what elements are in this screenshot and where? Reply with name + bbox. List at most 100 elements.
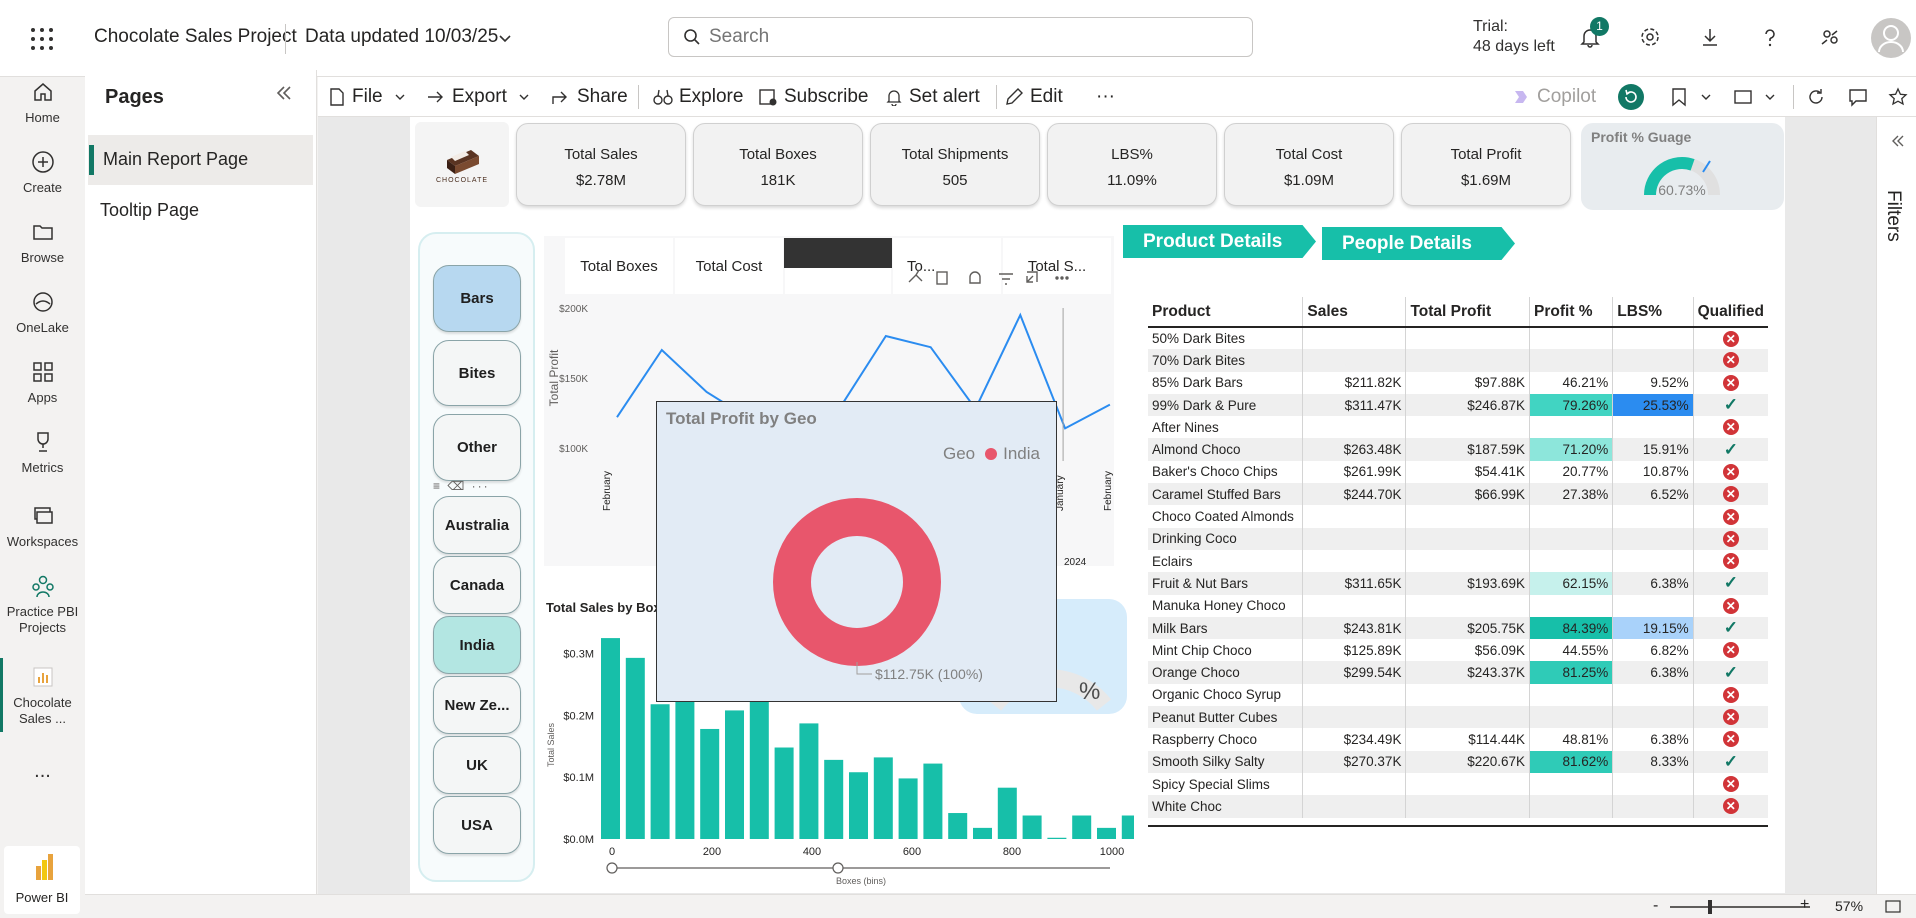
range-slider-handle[interactable] — [832, 862, 844, 874]
histogram-bar[interactable] — [675, 698, 695, 839]
slicer-country-usa[interactable]: USA — [433, 796, 521, 854]
table-row[interactable]: Peanut Butter Cubes ✕ — [1148, 706, 1768, 729]
histogram-bar[interactable] — [1047, 837, 1067, 839]
rail-item-workspaces[interactable]: Workspaces — [0, 501, 85, 550]
slicer-country-australia[interactable]: Australia — [433, 496, 521, 554]
table-row[interactable]: Smooth Silky Salty $270.37K $220.67K 81.62%… — [1148, 750, 1768, 773]
subscribe-button[interactable]: Subscribe — [758, 83, 869, 111]
help-icon[interactable] — [1753, 20, 1787, 54]
histogram-bar[interactable] — [749, 701, 769, 839]
rail-item-browse[interactable]: Browse — [0, 217, 85, 266]
download-icon[interactable] — [1693, 20, 1727, 54]
bookmark-button[interactable] — [1671, 83, 1719, 111]
page-tab-main-report[interactable]: Main Report Page — [88, 135, 313, 185]
histogram-bar[interactable] — [700, 728, 720, 839]
slicer-country-uk[interactable]: UK — [433, 736, 521, 794]
avatar[interactable] — [1871, 18, 1911, 58]
histogram-bar[interactable] — [774, 747, 794, 839]
more-options-button[interactable]: ··· — [1096, 83, 1115, 111]
column-header[interactable]: Qualified — [1692, 297, 1768, 328]
histogram-bar[interactable] — [923, 763, 943, 839]
column-header[interactable]: LBS% — [1612, 297, 1694, 328]
slicer-header-icons[interactable]: ≡ ⌫ ··· — [433, 479, 490, 493]
chevron-down-icon[interactable] — [497, 30, 513, 46]
table-row[interactable]: After Nines ✕ — [1148, 416, 1768, 439]
histogram-bar[interactable] — [601, 638, 620, 839]
histogram-bar[interactable] — [1097, 827, 1116, 839]
table-row[interactable]: Manuka Honey Choco ✕ — [1148, 594, 1768, 617]
table-row[interactable]: Milk Bars $243.81K $205.75K 84.39% 19.15% ✓ — [1148, 616, 1768, 640]
copilot-button[interactable]: Copilot — [1511, 83, 1596, 111]
zoom-slider-thumb[interactable] — [1708, 900, 1712, 914]
histogram-bar[interactable] — [650, 704, 670, 839]
column-header[interactable]: Product — [1148, 297, 1303, 328]
power-bi-logo[interactable]: Power BI — [4, 846, 80, 914]
zoom-in-button[interactable]: + — [1800, 896, 1809, 914]
rail-item-practice-workspace[interactable]: Practice PBI Projects — [0, 571, 85, 636]
histogram-bar[interactable] — [849, 772, 868, 839]
table-row[interactable]: Fruit & Nut Bars $311.65K $193.69K 62.15% 6.… — [1148, 572, 1768, 595]
fit-to-page-icon[interactable] — [1885, 900, 1901, 914]
report-title[interactable]: Chocolate Sales Project — [94, 26, 297, 48]
slicer-category-bites[interactable]: Bites — [433, 340, 521, 406]
more-icon[interactable]: ... — [0, 760, 85, 783]
gear-icon[interactable] — [1633, 20, 1667, 54]
slicer-country-new-zealand[interactable]: New Ze... — [433, 676, 521, 734]
collapse-pages-icon[interactable] — [275, 84, 293, 102]
histogram-bar[interactable] — [898, 778, 918, 839]
rail-item-home[interactable]: Home — [0, 77, 85, 126]
table-row[interactable]: Spicy Special Slims ✕ — [1148, 772, 1768, 796]
data-updated-dropdown[interactable]: Data updated 10/03/25 — [305, 26, 498, 48]
rail-item-chocolate-sales[interactable]: Chocolate Sales ... — [0, 662, 85, 727]
histogram-bar[interactable] — [1022, 815, 1042, 839]
histogram-bar[interactable] — [1121, 815, 1134, 839]
favorite-button[interactable] — [1888, 83, 1914, 111]
rail-item-create[interactable]: Create — [0, 147, 85, 196]
histogram-bar[interactable] — [948, 813, 968, 839]
table-row[interactable]: Mint Chip Choco $125.89K $56.09K 44.55% 6.82… — [1148, 639, 1768, 662]
column-header[interactable]: Sales — [1302, 297, 1406, 328]
histogram-bar[interactable] — [873, 757, 893, 839]
search-input[interactable] — [709, 24, 1229, 50]
table-row[interactable]: Organic Choco Syrup ✕ — [1148, 683, 1768, 707]
set-alert-button[interactable]: Set alert — [885, 83, 980, 111]
search-box[interactable] — [668, 17, 1253, 57]
export-menu[interactable]: Export — [426, 83, 537, 111]
app-launcher-icon[interactable] — [28, 25, 56, 53]
rail-item-apps[interactable]: Apps — [0, 357, 85, 406]
slicer-category-other[interactable]: Other — [433, 414, 521, 481]
table-row[interactable]: 85% Dark Bars $211.82K $97.88K 46.21% 9.52% ✕ — [1148, 371, 1768, 394]
edit-button[interactable]: Edit — [1004, 83, 1063, 111]
column-header[interactable]: Profit % — [1529, 297, 1613, 328]
filters-label[interactable]: Filters — [1882, 190, 1904, 242]
histogram-bar[interactable] — [725, 710, 744, 839]
histogram-bar[interactable] — [799, 723, 819, 839]
rail-item-metrics[interactable]: Metrics — [0, 427, 85, 476]
comment-button[interactable] — [1848, 83, 1874, 111]
table-row[interactable]: Almond Choco $263.48K $187.59K 71.20% 15.91%… — [1148, 438, 1768, 461]
tab-total-boxes[interactable]: Total Boxes — [565, 238, 673, 294]
reset-button[interactable] — [1618, 83, 1650, 111]
tab-total-cost[interactable]: Total Cost — [675, 238, 783, 294]
slicer-country-india[interactable]: India — [433, 616, 521, 674]
histogram-bar[interactable] — [973, 827, 992, 839]
view-button[interactable] — [1733, 83, 1783, 111]
page-tab-tooltip[interactable]: Tooltip Page — [100, 200, 199, 221]
rail-item-onelake[interactable]: OneLake — [0, 287, 85, 336]
table-row[interactable]: Orange Choco $299.54K $243.37K 81.25% 6.38% ✓ — [1148, 661, 1768, 684]
table-row[interactable]: Drinking Coco ✕ — [1148, 527, 1768, 550]
refresh-button[interactable] — [1806, 83, 1832, 111]
histogram-bar[interactable] — [625, 657, 645, 839]
zoom-out-button[interactable]: - — [1653, 897, 1658, 915]
explore-button[interactable]: Explore — [653, 83, 743, 111]
table-row[interactable]: 70% Dark Bites ✕ — [1148, 349, 1768, 372]
slicer-country-canada[interactable]: Canada — [433, 556, 521, 614]
column-header[interactable]: Total Profit — [1405, 297, 1530, 328]
share-button[interactable]: Share — [551, 83, 628, 111]
share-feedback-icon[interactable] — [1813, 20, 1847, 54]
range-slider-handle[interactable] — [606, 862, 618, 874]
slicer-category-bars[interactable]: Bars — [433, 265, 521, 332]
histogram-bar[interactable] — [824, 759, 844, 839]
table-row[interactable]: Eclairs ✕ — [1148, 549, 1768, 573]
histogram-bar[interactable] — [997, 787, 1017, 839]
